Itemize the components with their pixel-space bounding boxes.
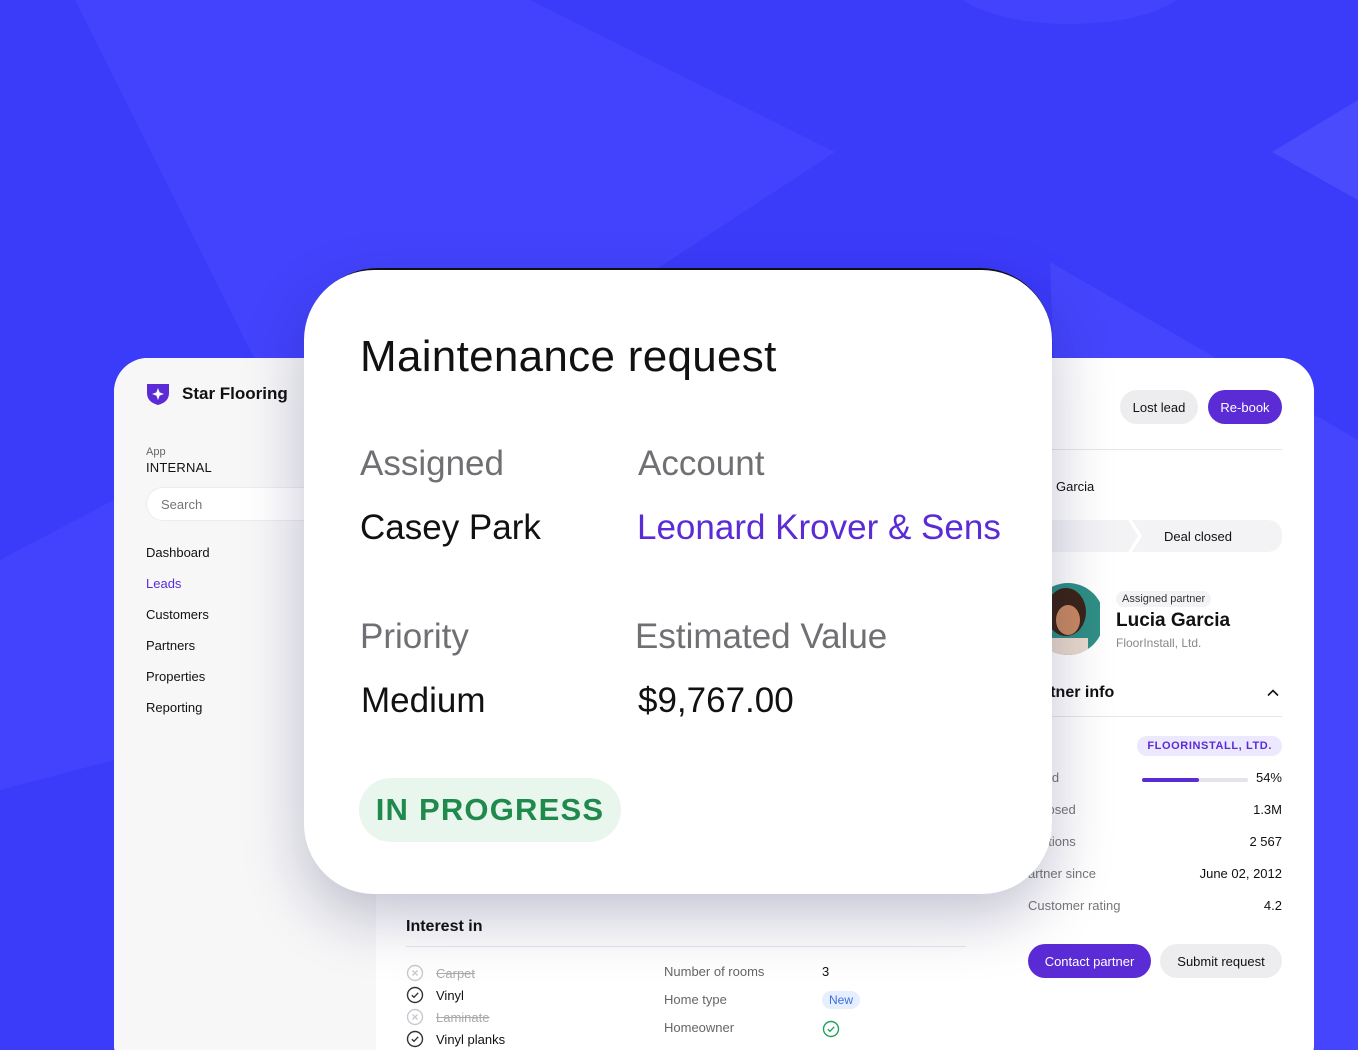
assigned-label: Assigned — [360, 444, 504, 483]
priority-value: Medium — [361, 681, 486, 720]
x-circle-icon — [406, 964, 424, 982]
lost-lead-button[interactable]: Lost lead — [1120, 390, 1198, 424]
rebook-button[interactable]: Re-book — [1208, 390, 1282, 424]
brand[interactable]: Star Flooring — [146, 382, 288, 406]
fact-homeowner: Homeowner — [664, 1020, 860, 1048]
company-badge: FLOORINSTALL, LTD. — [1137, 736, 1282, 756]
sidebar-item-customers[interactable]: Customers — [146, 606, 210, 637]
stat-company: e FLOORINSTALL, LTD. — [1028, 736, 1282, 758]
sidebar-item-reporting[interactable]: Reporting — [146, 699, 210, 730]
sidebar-nav: Dashboard Leads Customers Partners Prope… — [146, 544, 210, 730]
stat-closed: s closed 1.3M — [1028, 802, 1282, 822]
stat-value: 54% — [1255, 770, 1282, 785]
sidebar-item-dashboard[interactable]: Dashboard — [146, 544, 210, 575]
partner-name: Lucia Garcia — [1116, 610, 1231, 631]
stat-value: 2 567 — [1249, 834, 1282, 849]
stat-value: 1.3M — [1253, 802, 1282, 817]
home-facts: Number of rooms 3 Home type New Homeowne… — [664, 964, 861, 1048]
stat-value: 4.2 — [1263, 898, 1282, 913]
fact-label: Home type — [664, 992, 727, 1007]
account-link[interactable]: Leonard Krover & Sens — [637, 508, 1001, 548]
assigned-partner-label: Assigned partner — [1116, 591, 1212, 607]
stat-label: Customer rating — [1028, 898, 1121, 913]
interest-item-vinyl-planks[interactable]: Vinyl planks — [406, 1028, 505, 1050]
interest-label: Vinyl planks — [436, 1031, 506, 1047]
interest-title: Interest in — [406, 918, 483, 935]
app-switcher[interactable]: App INTERNAL — [146, 446, 212, 475]
stat-value: June 02, 2012 — [1199, 866, 1282, 881]
divider — [1028, 716, 1282, 717]
home-type-badge: New — [822, 991, 861, 1009]
interest-label: Carpet — [436, 965, 476, 981]
contact-partner-button[interactable]: Contact partner — [1028, 944, 1151, 978]
partner-avatar — [1044, 583, 1100, 655]
stat-label: artner since — [1028, 866, 1096, 881]
fact-home-type: Home type New — [664, 991, 861, 1020]
interest-list: Carpet Vinyl Laminate Vinyl planks — [406, 962, 505, 1050]
account-label: Account — [638, 444, 765, 483]
interest-item-carpet[interactable]: Carpet — [406, 962, 505, 984]
brand-name: Star Flooring — [182, 384, 288, 403]
lead-details-panel: Interest in Carpet Vinyl Laminate Vinyl … — [376, 888, 996, 1050]
fact-value: 3 — [822, 964, 830, 979]
fact-label: Number of rooms — [664, 964, 765, 979]
estimated-value: $9,767.00 — [638, 681, 794, 720]
partner-company: FloorInstall, Ltd. — [1116, 636, 1202, 650]
divider — [406, 946, 966, 947]
chevron-up-icon[interactable] — [1266, 686, 1280, 700]
x-circle-icon — [406, 1008, 424, 1026]
stat-partner-since: artner since June 02, 2012 — [1028, 866, 1282, 886]
priority-label: Priority — [360, 617, 469, 656]
sidebar-item-partners[interactable]: Partners — [146, 637, 210, 668]
workload-bar-fill — [1142, 778, 1200, 782]
fact-label: Homeowner — [664, 1020, 735, 1035]
partner-info-title: rtner info — [1044, 684, 1115, 701]
interest-card: Interest in Carpet Vinyl Laminate Vinyl … — [376, 888, 996, 1050]
status-badge: IN PROGRESS — [359, 778, 621, 842]
stage-deal-closed[interactable]: Deal closed — [1114, 529, 1282, 544]
submit-request-button[interactable]: Submit request — [1160, 944, 1282, 978]
interest-label: Laminate — [436, 1009, 490, 1025]
interest-item-laminate[interactable]: Laminate — [406, 1006, 505, 1028]
assigned-value: Casey Park — [360, 508, 541, 547]
check-circle-icon — [406, 986, 424, 1004]
check-circle-icon — [406, 1030, 424, 1048]
maintenance-card: Maintenance request Assigned Casey Park … — [304, 270, 1052, 894]
stat-installations: allations 2 567 — [1028, 834, 1282, 854]
fact-rooms: Number of rooms 3 — [664, 964, 860, 992]
stat-rating: Customer rating 4.2 — [1028, 898, 1282, 918]
interest-item-vinyl[interactable]: Vinyl — [406, 984, 505, 1006]
estimated-value-label: Estimated Value — [635, 617, 888, 656]
stat-workload: kload 54% — [1028, 770, 1282, 790]
check-circle-icon — [822, 1020, 840, 1038]
sidebar-item-properties[interactable]: Properties — [146, 668, 210, 699]
card-title: Maintenance request — [360, 332, 777, 381]
interest-label: Vinyl — [436, 987, 464, 1003]
star-shield-logo-icon — [147, 384, 169, 405]
app-value: INTERNAL — [146, 460, 212, 475]
sidebar-item-leads[interactable]: Leads — [146, 575, 210, 606]
app-label: App — [146, 446, 166, 458]
lead-name: Garcia — [1056, 479, 1095, 494]
workload-bar — [1142, 778, 1248, 782]
divider — [1028, 449, 1282, 450]
